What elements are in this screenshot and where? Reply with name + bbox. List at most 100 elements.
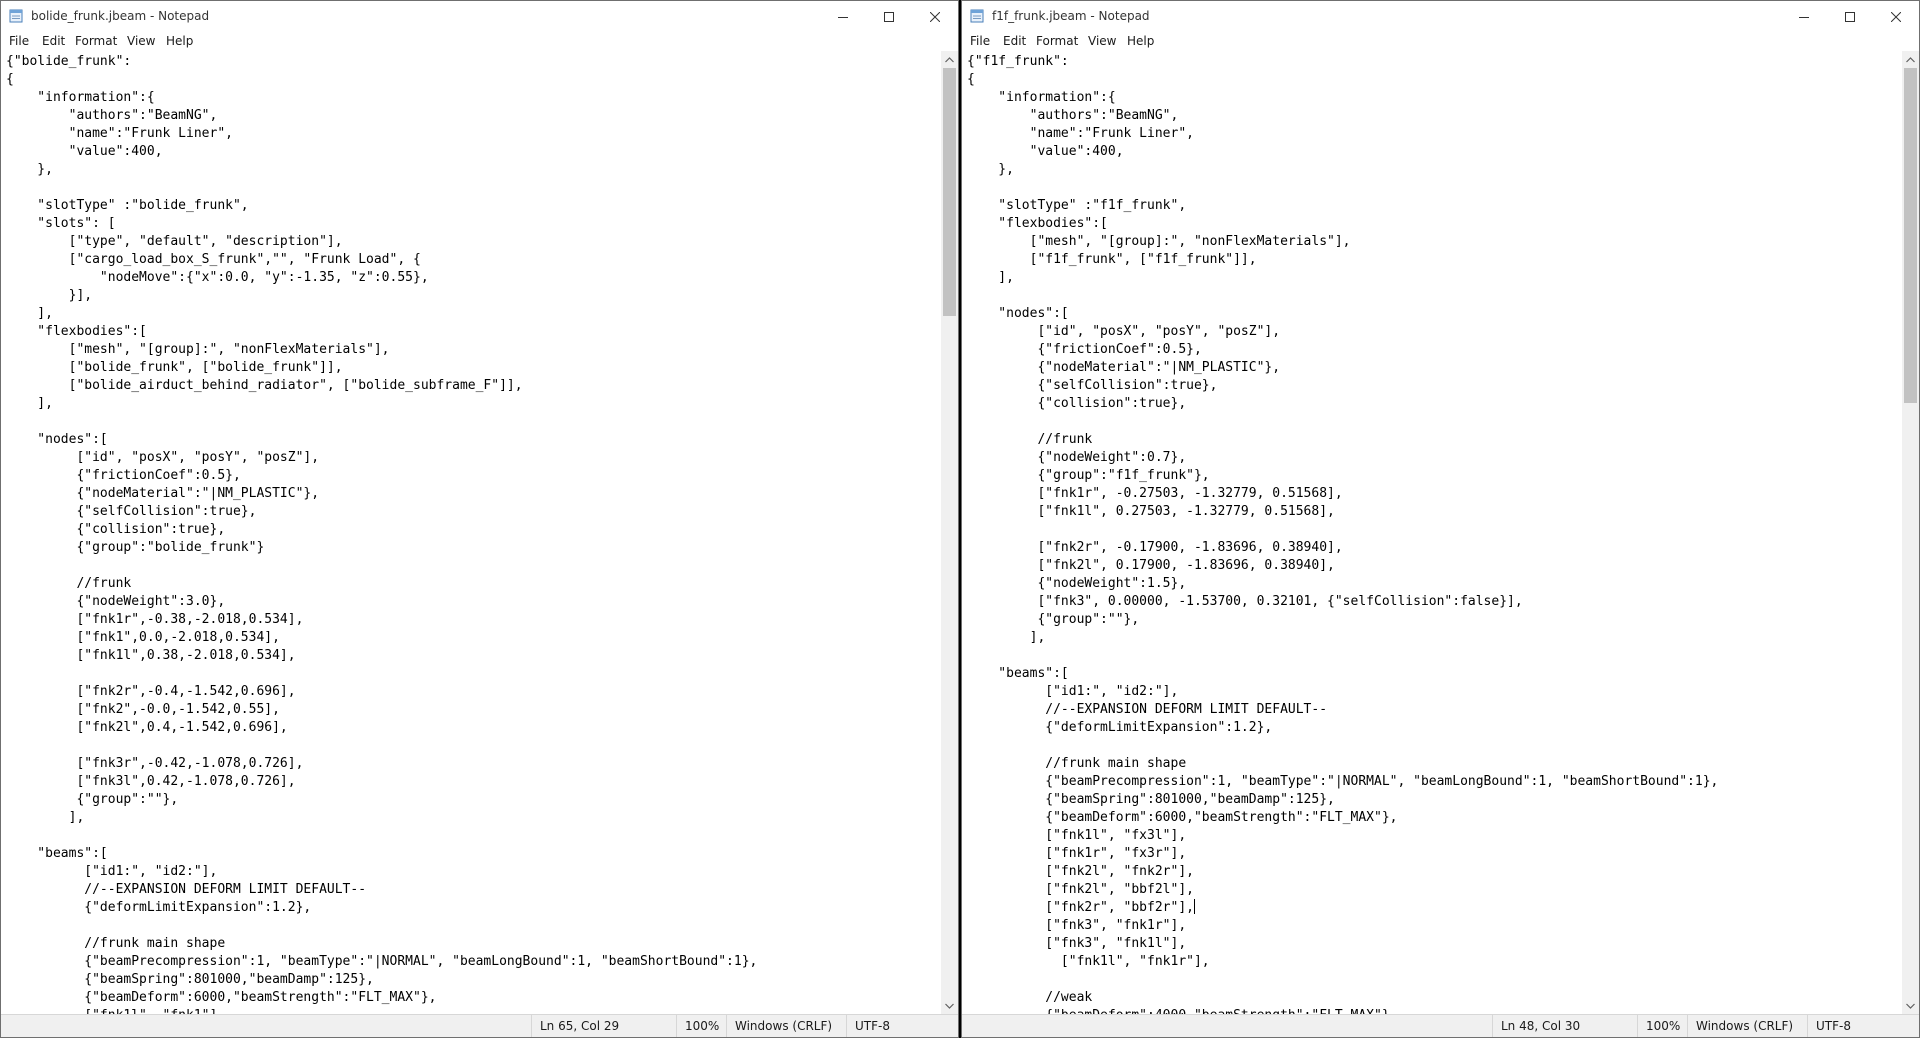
close-button[interactable] (1873, 1, 1919, 32)
code-line[interactable]: "slotType" :"f1f_frunk", (967, 197, 1902, 215)
code-line[interactable]: "information":{ (967, 89, 1902, 107)
code-line[interactable]: "nodes":[ (967, 305, 1902, 323)
editor-content[interactable]: {"f1f_frunk":{ "information":{ "authors"… (962, 51, 1902, 1014)
code-line[interactable]: ["fnk1r", "fx3r"], (967, 845, 1902, 863)
code-line[interactable]: ["type", "default", "description"], (6, 233, 941, 251)
maximize-button[interactable] (1827, 1, 1873, 32)
code-line[interactable]: ​ (6, 413, 941, 431)
code-line[interactable]: }, (967, 161, 1902, 179)
code-line[interactable]: ["fnk1l",0.38,-2.018,0.534], (6, 647, 941, 665)
notepad-window-right[interactable]: f1f_frunk.jbeam - Notepad File Edit Form… (961, 0, 1920, 1038)
menu-help[interactable]: Help (166, 34, 193, 48)
code-line[interactable]: //--EXPANSION DEFORM LIMIT DEFAULT-- (6, 881, 941, 899)
code-line[interactable]: ["id", "posX", "posY", "posZ"], (6, 449, 941, 467)
code-line[interactable]: ​ (6, 557, 941, 575)
code-line[interactable]: {"collision":true}, (6, 521, 941, 539)
code-line[interactable]: ​ (967, 413, 1902, 431)
code-line[interactable]: ["fnk1l", "fnk1r"], (967, 953, 1902, 971)
code-line[interactable]: {"frictionCoef":0.5}, (6, 467, 941, 485)
code-line[interactable]: ], (967, 629, 1902, 647)
code-line[interactable]: ["fnk3", 0.00000, -1.53700, 0.32101, {"s… (967, 593, 1902, 611)
code-line[interactable]: ​ (6, 827, 941, 845)
code-line[interactable]: ["fnk3", "fnk1l"], (967, 935, 1902, 953)
code-line[interactable]: "nodeMove":{"x":0.0, "y":-1.35, "z":0.55… (6, 269, 941, 287)
code-line[interactable]: {"group":""}, (967, 611, 1902, 629)
code-line[interactable]: ["id1:", "id2:"], (967, 683, 1902, 701)
code-line[interactable]: {"nodeMaterial":"|NM_PLASTIC"}, (967, 359, 1902, 377)
text-editor[interactable]: {"f1f_frunk":{ "information":{ "authors"… (962, 51, 1902, 1014)
code-line[interactable]: //frunk main shape (6, 935, 941, 953)
code-line[interactable]: ​ (967, 647, 1902, 665)
code-line[interactable]: ["cargo_load_box_S_frunk","", "Frunk Loa… (6, 251, 941, 269)
maximize-button[interactable] (866, 1, 912, 32)
code-line[interactable]: ​ (967, 737, 1902, 755)
code-line[interactable]: ["fnk2l", "bbf2l"], (967, 881, 1902, 899)
code-line[interactable]: "flexbodies":[ (6, 323, 941, 341)
code-line[interactable]: ​ (6, 917, 941, 935)
scroll-down-button[interactable] (1902, 997, 1919, 1014)
close-button[interactable] (912, 1, 958, 32)
menu-file[interactable]: File (9, 34, 29, 48)
code-line[interactable]: "information":{ (6, 89, 941, 107)
code-line[interactable]: //--EXPANSION DEFORM LIMIT DEFAULT-- (967, 701, 1902, 719)
code-line[interactable]: ["fnk2r", -0.17900, -1.83696, 0.38940], (967, 539, 1902, 557)
code-line[interactable]: {"deformLimitExpansion":1.2}, (967, 719, 1902, 737)
code-line[interactable]: {"selfCollision":true}, (967, 377, 1902, 395)
code-line[interactable]: ["fnk3l",0.42,-1.078,0.726], (6, 773, 941, 791)
code-line[interactable]: ], (967, 269, 1902, 287)
scrollbar-thumb[interactable] (943, 68, 956, 316)
code-line[interactable]: ​ (967, 287, 1902, 305)
code-line[interactable]: {"collision":true}, (967, 395, 1902, 413)
code-line[interactable]: ["fnk2r",-0.4,-1.542,0.696], (6, 683, 941, 701)
notepad-window-left[interactable]: bolide_frunk.jbeam - Notepad File Edit F… (0, 0, 959, 1038)
menu-view[interactable]: View (1088, 34, 1116, 48)
code-line[interactable]: {"group":"bolide_frunk"} (6, 539, 941, 557)
code-line[interactable]: "value":400, (967, 143, 1902, 161)
code-line[interactable]: ["fnk3", "fnk1r"], (967, 917, 1902, 935)
scrollbar-thumb[interactable] (1904, 68, 1917, 403)
code-line[interactable]: {"beamDeform":6000,"beamStrength":"FLT_M… (6, 989, 941, 1007)
code-line[interactable]: ["fnk1l", "fnk1"], (6, 1007, 941, 1014)
code-line[interactable]: {"beamSpring":801000,"beamDamp":125}, (6, 971, 941, 989)
code-line[interactable]: "slots": [ (6, 215, 941, 233)
code-line[interactable]: {"nodeWeight":0.7}, (967, 449, 1902, 467)
code-line[interactable]: ​ (6, 737, 941, 755)
code-line[interactable]: "flexbodies":[ (967, 215, 1902, 233)
code-line[interactable]: ​ (6, 179, 941, 197)
code-line[interactable]: "name":"Frunk Liner", (6, 125, 941, 143)
code-line[interactable]: ["fnk2r", "bbf2r"], (967, 899, 1902, 917)
code-line[interactable]: ["id1:", "id2:"], (6, 863, 941, 881)
code-line[interactable]: ["fnk1l", 0.27503, -1.32779, 0.51568], (967, 503, 1902, 521)
code-line[interactable]: "name":"Frunk Liner", (967, 125, 1902, 143)
menu-format[interactable]: Format (1036, 34, 1078, 48)
menu-file[interactable]: File (970, 34, 990, 48)
title-bar[interactable]: bolide_frunk.jbeam - Notepad (1, 1, 958, 32)
code-line[interactable]: "beams":[ (967, 665, 1902, 683)
code-line[interactable]: { (6, 71, 941, 89)
vertical-scrollbar[interactable] (941, 51, 958, 1014)
code-line[interactable]: {"nodeMaterial":"|NM_PLASTIC"}, (6, 485, 941, 503)
menu-format[interactable]: Format (75, 34, 117, 48)
scroll-up-button[interactable] (1902, 51, 1919, 68)
code-line[interactable]: {"beamDeform":6000,"beamStrength":"FLT_M… (967, 809, 1902, 827)
title-bar[interactable]: f1f_frunk.jbeam - Notepad (962, 1, 1919, 32)
text-editor[interactable]: {"bolide_frunk":{ "information":{ "autho… (1, 51, 941, 1014)
code-line[interactable]: {"beamSpring":801000,"beamDamp":125}, (967, 791, 1902, 809)
code-line[interactable]: ["id", "posX", "posY", "posZ"], (967, 323, 1902, 341)
code-line[interactable]: ["fnk2l", 0.17900, -1.83696, 0.38940], (967, 557, 1902, 575)
code-line[interactable]: //frunk main shape (967, 755, 1902, 773)
code-line[interactable]: "value":400, (6, 143, 941, 161)
menu-edit[interactable]: Edit (42, 34, 65, 48)
code-line[interactable]: {"beamPrecompression":1, "beamType":"|NO… (967, 773, 1902, 791)
code-line[interactable]: //frunk (6, 575, 941, 593)
menu-edit[interactable]: Edit (1003, 34, 1026, 48)
code-line[interactable]: {"selfCollision":true}, (6, 503, 941, 521)
code-line[interactable]: ​ (967, 521, 1902, 539)
code-line[interactable]: {"group":""}, (6, 791, 941, 809)
code-line[interactable]: //frunk (967, 431, 1902, 449)
code-line[interactable]: ], (6, 305, 941, 323)
minimize-button[interactable] (820, 1, 866, 32)
code-line[interactable]: {"nodeWeight":3.0}, (6, 593, 941, 611)
code-line[interactable]: ["fnk2",-0.0,-1.542,0.55], (6, 701, 941, 719)
menu-view[interactable]: View (127, 34, 155, 48)
